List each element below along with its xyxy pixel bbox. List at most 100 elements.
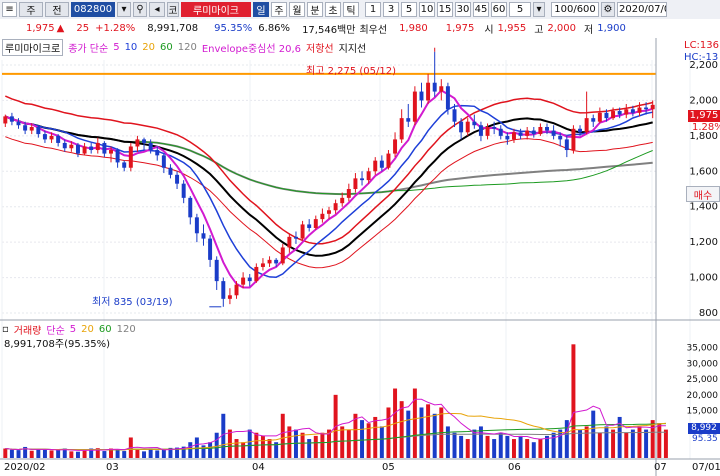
candle-body bbox=[260, 263, 265, 267]
candle-body bbox=[617, 111, 622, 115]
buy-button[interactable]: 매수 bbox=[686, 186, 720, 202]
volume-bar bbox=[650, 420, 655, 458]
tab-button[interactable]: 전 bbox=[45, 2, 69, 17]
volume-bar bbox=[551, 432, 556, 458]
volume-bar bbox=[42, 449, 47, 458]
volume-bar bbox=[82, 450, 87, 458]
volume-bar bbox=[142, 451, 147, 458]
interval-3-button[interactable]: 3 bbox=[383, 2, 399, 17]
data-count-input[interactable]: 100/600 bbox=[551, 2, 599, 17]
period-tick-button[interactable]: 틱 bbox=[343, 2, 359, 17]
volume-bar bbox=[300, 432, 305, 458]
date-input[interactable]: 2020/07/0 bbox=[617, 2, 667, 17]
interval-3-label: 3 bbox=[387, 4, 395, 15]
candle-body bbox=[412, 91, 417, 122]
best-ask-label: 최우선 bbox=[359, 25, 388, 36]
candle-body bbox=[406, 118, 411, 122]
volume-bar bbox=[135, 449, 140, 458]
volume-bar bbox=[260, 435, 265, 458]
period-day-button[interactable]: 일 bbox=[253, 2, 269, 17]
candle-body bbox=[492, 127, 497, 129]
ma5-label: 5 bbox=[113, 41, 120, 53]
interval-60-button[interactable]: 60 bbox=[491, 2, 507, 17]
volume-bar bbox=[445, 426, 450, 458]
date-tick-label: 07/01 bbox=[692, 462, 720, 473]
lc-readout: LC:136 bbox=[684, 40, 720, 51]
volume-bar bbox=[505, 435, 510, 458]
volume-ma60-label: 60 bbox=[98, 324, 112, 335]
candle-body bbox=[650, 104, 655, 110]
volume-bar bbox=[419, 407, 424, 458]
volume-bar bbox=[485, 435, 490, 458]
volume-bar bbox=[340, 426, 345, 458]
chevron-down-icon[interactable]: ▾ bbox=[117, 2, 131, 17]
candle-body bbox=[49, 135, 54, 140]
volume-bar bbox=[604, 426, 609, 458]
period-second-button[interactable]: 초 bbox=[325, 2, 341, 17]
sound-icon[interactable]: ◂ bbox=[149, 2, 165, 17]
date-tick-label: 03 bbox=[106, 462, 119, 473]
hc-readout: HC:-13 bbox=[684, 52, 719, 63]
volume-bar bbox=[16, 450, 21, 458]
candle-body bbox=[399, 118, 404, 140]
custom-interval-input[interactable]: 5 bbox=[509, 2, 531, 17]
volume-bar bbox=[346, 429, 351, 458]
search-icon[interactable]: ⚲ bbox=[133, 2, 147, 17]
period-month-button[interactable]: 월 bbox=[289, 2, 305, 17]
interval-60-label: 60 bbox=[492, 4, 506, 15]
tab-label: 전 bbox=[52, 6, 62, 17]
volume-menu-icon[interactable]: ▫ bbox=[2, 324, 9, 335]
interval-5-button[interactable]: 5 bbox=[401, 2, 417, 17]
period-minute-button[interactable]: 분 bbox=[307, 2, 323, 17]
candle-body bbox=[333, 203, 338, 211]
candle-body bbox=[637, 107, 642, 113]
candle-body bbox=[75, 144, 80, 154]
settings-icon[interactable]: ⚙ bbox=[601, 2, 615, 17]
menu-icon[interactable]: ≡ bbox=[2, 2, 17, 17]
candle-body bbox=[161, 155, 166, 168]
max-annotation: 최고 2,275 (05/12) bbox=[306, 65, 396, 77]
interval-45-button[interactable]: 45 bbox=[473, 2, 489, 17]
interval-30-button[interactable]: 30 bbox=[455, 2, 471, 17]
date-tick-label: 06 bbox=[508, 462, 521, 473]
interval-15-button[interactable]: 15 bbox=[437, 2, 453, 17]
volume-bar bbox=[214, 432, 219, 458]
volume-bar bbox=[56, 449, 61, 458]
chart-title[interactable]: 루미마이크로 bbox=[2, 38, 64, 56]
volume-bar bbox=[637, 426, 642, 458]
ma120-label: 120 bbox=[177, 41, 197, 53]
ma20-label: 20 bbox=[142, 41, 156, 53]
low-price: 1,900 bbox=[597, 23, 626, 34]
custom-interval-dropdown-icon[interactable]: ▾ bbox=[533, 2, 545, 17]
volume-bar bbox=[102, 451, 107, 458]
interval-1-button[interactable]: 1 bbox=[365, 2, 381, 17]
volume-ma5-label: 5 bbox=[69, 324, 77, 335]
candle-body bbox=[644, 107, 649, 110]
min-annotation: 최저 835 (03/19) bbox=[92, 296, 173, 308]
interval-10-button[interactable]: 10 bbox=[419, 2, 435, 17]
candle-body bbox=[419, 91, 424, 101]
candle-body bbox=[234, 284, 239, 296]
candle-body bbox=[313, 219, 318, 228]
stock-name[interactable]: 루미마이크 bbox=[181, 2, 251, 17]
stock-code-input[interactable]: 082800 bbox=[71, 2, 115, 17]
candle-body bbox=[360, 178, 365, 181]
price-tag: 1,975 bbox=[688, 110, 720, 122]
period-week-button[interactable]: 주 bbox=[271, 2, 287, 17]
volume-bar bbox=[379, 426, 384, 458]
change-rate: +1.28% bbox=[95, 23, 136, 34]
candle-body bbox=[62, 142, 67, 149]
volume-bar bbox=[122, 451, 127, 458]
candle-body bbox=[69, 144, 74, 149]
open-price: 1,955 bbox=[497, 23, 527, 34]
lookup-button[interactable]: 주 bbox=[19, 2, 43, 17]
volume-bar bbox=[36, 449, 41, 458]
volume-bar bbox=[525, 439, 530, 458]
ma10-label: 10 bbox=[124, 41, 138, 53]
volume-bar bbox=[630, 429, 635, 458]
candle-body bbox=[432, 82, 437, 92]
stock-chart[interactable]: 8001,0001,2001,4001,6001,8002,0002,20035… bbox=[0, 38, 720, 476]
candle-body bbox=[373, 160, 378, 172]
candle-body bbox=[280, 247, 285, 264]
candle-body bbox=[247, 277, 252, 282]
